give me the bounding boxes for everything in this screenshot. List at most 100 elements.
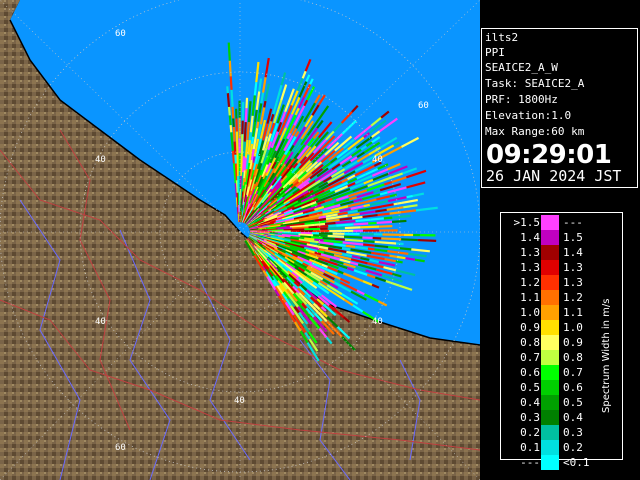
echo-segment bbox=[263, 100, 267, 108]
echo-segment bbox=[231, 150, 236, 164]
echo-segment bbox=[245, 97, 249, 109]
echo-segment bbox=[298, 233, 314, 237]
legend-swatch bbox=[541, 215, 559, 230]
legend-upper-value: --- bbox=[563, 216, 583, 229]
echo-segment bbox=[233, 141, 237, 155]
range-label: 60 bbox=[115, 443, 126, 453]
echo-segment bbox=[367, 247, 375, 251]
echo-segment bbox=[391, 219, 407, 223]
echo-segment bbox=[317, 225, 329, 228]
echo-segment bbox=[327, 226, 345, 230]
range-label: 40 bbox=[95, 317, 106, 327]
legend-upper-value: 0.7 bbox=[563, 366, 583, 379]
echo-segment bbox=[234, 163, 239, 181]
legend-upper-value: 1.4 bbox=[563, 246, 583, 259]
legend-swatch bbox=[541, 365, 559, 380]
elevation-label: Elevation:1.0 bbox=[485, 109, 572, 122]
echo-segment bbox=[399, 247, 412, 251]
legend-lower-value: 1.1 bbox=[520, 291, 540, 304]
range-label: 60 bbox=[115, 29, 126, 39]
legend-lower-value: 0.5 bbox=[520, 381, 540, 394]
legend-swatch bbox=[541, 335, 559, 350]
legend-upper-value: <0.1 bbox=[563, 456, 590, 469]
echo-segment bbox=[379, 225, 393, 228]
echo-segment bbox=[389, 211, 402, 215]
echo-segment bbox=[324, 221, 336, 226]
echo-segment bbox=[417, 238, 437, 243]
legend-lower-value: 0.9 bbox=[520, 321, 540, 334]
echo-segment bbox=[318, 248, 326, 252]
product-type: PPI bbox=[485, 46, 505, 59]
site-name: ilts2 bbox=[485, 31, 519, 44]
echo-segment bbox=[314, 222, 326, 227]
echo-segment bbox=[247, 139, 252, 155]
echo-segment bbox=[242, 141, 246, 157]
echo-segment bbox=[283, 228, 305, 232]
echo-segment bbox=[253, 81, 258, 96]
legend-upper-value: 1.2 bbox=[563, 291, 583, 304]
legend-swatch bbox=[541, 440, 559, 455]
echo-segment bbox=[235, 131, 239, 151]
legend-lower-value: 0.2 bbox=[520, 426, 540, 439]
echo-segment bbox=[313, 234, 328, 238]
echo-segment bbox=[355, 218, 371, 223]
legend-upper-value: 0.5 bbox=[563, 396, 583, 409]
legend-upper-value: 1.3 bbox=[563, 276, 583, 289]
legend-upper-value: 1.5 bbox=[563, 231, 583, 244]
range-label: 40 bbox=[372, 317, 383, 327]
legend-upper-value: 1.3 bbox=[563, 261, 583, 274]
echo-segment bbox=[353, 222, 369, 226]
echo-segment bbox=[240, 154, 244, 176]
echo-segment bbox=[383, 216, 393, 220]
echo-segment bbox=[246, 121, 250, 140]
legend-swatch bbox=[541, 230, 559, 245]
echo-segment bbox=[304, 237, 315, 241]
legend-upper-value: 1.0 bbox=[563, 321, 583, 334]
echo-segment bbox=[304, 227, 321, 231]
echo-segment bbox=[396, 255, 406, 260]
echo-segment bbox=[243, 170, 247, 179]
legend-title: Spectrum Width in m/s bbox=[601, 298, 612, 413]
echo-segment bbox=[327, 234, 345, 238]
echo-segment bbox=[322, 236, 335, 241]
legend-lower-value: 0.8 bbox=[520, 336, 540, 349]
legend-upper-value: 0.2 bbox=[563, 441, 583, 454]
legend-swatch bbox=[541, 275, 559, 290]
echo-segment bbox=[395, 260, 403, 264]
echo-segment bbox=[318, 215, 327, 219]
echo-segment bbox=[258, 103, 263, 114]
echo-segment bbox=[308, 225, 318, 229]
echo-segment bbox=[227, 106, 231, 116]
echo-segment bbox=[401, 238, 418, 242]
range-label: 60 bbox=[418, 101, 429, 111]
legend-lower-value: 1.3 bbox=[520, 261, 540, 274]
color-legend: >1.5 --- 1.4 1.5 1.3 1.4 1.3 1.3 1.2 1.3 1.1 1.2 1.0… bbox=[500, 212, 623, 470]
task-label: Task: SEAICE2_A bbox=[485, 77, 585, 90]
echo-segment bbox=[339, 217, 353, 221]
product-name: SEAICE2_A_W bbox=[485, 61, 558, 74]
echo-segment bbox=[228, 60, 232, 77]
scan-time: 09:29:01 bbox=[486, 140, 612, 170]
echo-segment bbox=[252, 156, 256, 163]
echo-segment bbox=[309, 241, 318, 246]
echo-segment bbox=[237, 176, 240, 193]
echo-segment bbox=[363, 203, 371, 208]
echo-segment bbox=[345, 244, 356, 249]
echo-segment bbox=[377, 212, 390, 217]
legend-upper-value: 0.6 bbox=[563, 381, 583, 394]
echo-segment bbox=[405, 257, 416, 261]
echo-segment bbox=[244, 139, 249, 158]
echo-segment bbox=[396, 242, 404, 246]
echo-segment bbox=[352, 215, 363, 220]
legend-swatch bbox=[541, 245, 559, 260]
echo-segment bbox=[234, 154, 238, 164]
echo-segment bbox=[406, 194, 414, 199]
echo-segment bbox=[248, 132, 252, 141]
legend-lower-value: 0.4 bbox=[520, 396, 540, 409]
legend-lower-value: 0.6 bbox=[520, 366, 540, 379]
echo-segment bbox=[388, 245, 400, 250]
range-label: 40 bbox=[95, 155, 106, 165]
legend-upper-value: 0.3 bbox=[563, 426, 583, 439]
echo-segment bbox=[389, 254, 398, 258]
legend-lower-value: 1.4 bbox=[520, 231, 540, 244]
